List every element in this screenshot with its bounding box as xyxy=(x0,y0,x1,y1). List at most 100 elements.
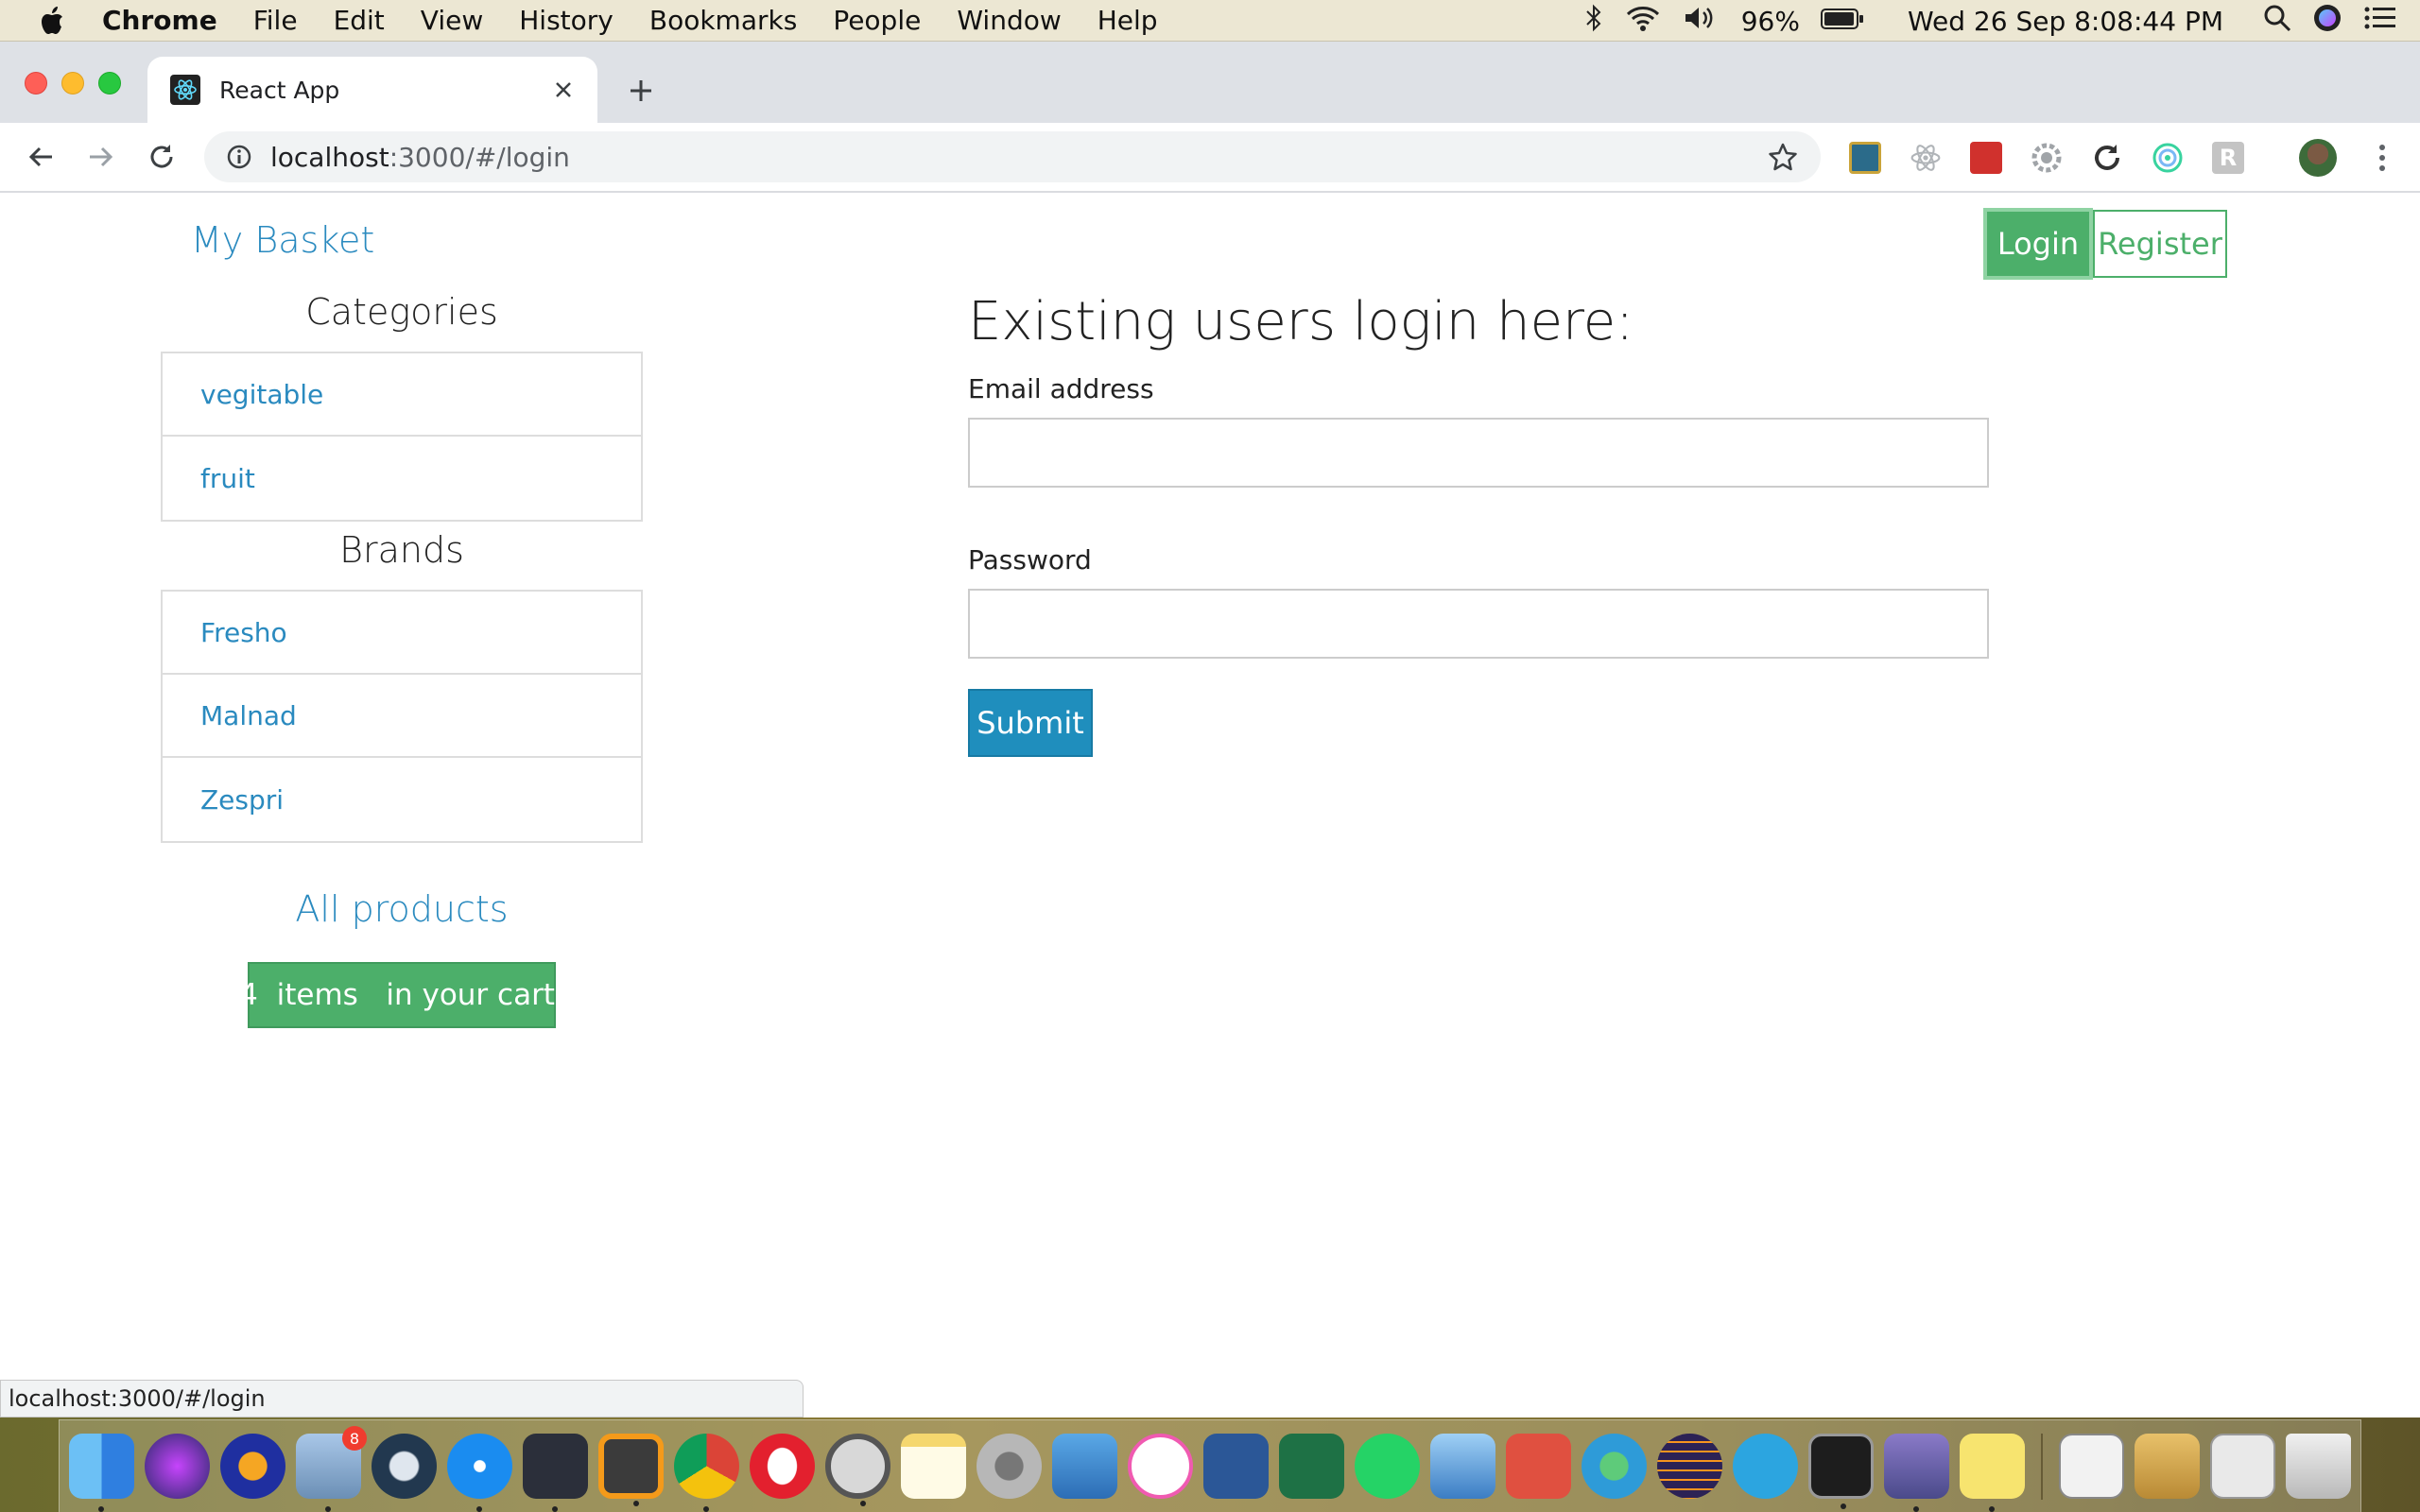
target-extension-icon[interactable] xyxy=(2152,142,2184,174)
window-maximize-button[interactable] xyxy=(98,72,121,94)
excel-icon[interactable] xyxy=(1279,1434,1344,1499)
image-extension-icon[interactable] xyxy=(1849,142,1881,174)
bookmark-star-icon[interactable] xyxy=(1764,138,1802,176)
settings-extension-icon[interactable] xyxy=(2031,142,2063,174)
password-field[interactable] xyxy=(968,589,1989,659)
notification-badge: 8 xyxy=(342,1426,367,1451)
address-bar[interactable]: localhost:3000/#/login xyxy=(204,131,1821,182)
register-button[interactable]: Register xyxy=(2093,210,2227,278)
notification-center-icon[interactable] xyxy=(2363,5,2397,38)
mail-bird-icon[interactable]: 8 xyxy=(296,1426,367,1512)
browser-toolbar: localhost:3000/#/login R xyxy=(0,123,2420,193)
brand-item-malnad[interactable]: Malnad xyxy=(163,675,641,758)
react-devtools-icon[interactable] xyxy=(1910,142,1942,174)
bluetooth-icon[interactable] xyxy=(1584,4,1603,39)
notes-icon[interactable] xyxy=(901,1434,966,1499)
forward-arrow-icon[interactable] xyxy=(79,135,123,179)
menu-app-name[interactable]: Chrome xyxy=(102,5,217,36)
link-status-bar: localhost:3000/#/login xyxy=(0,1380,804,1418)
url-host: localhost xyxy=(270,141,389,173)
menu-people[interactable]: People xyxy=(833,5,921,36)
brand-item-zespri[interactable]: Zespri xyxy=(163,758,641,841)
browser-menu-icon[interactable] xyxy=(2363,139,2401,177)
preview-icon[interactable] xyxy=(1884,1434,1949,1512)
sublime-text-icon[interactable] xyxy=(598,1434,664,1506)
menu-view[interactable]: View xyxy=(421,5,483,36)
redux-extension-icon[interactable] xyxy=(1970,142,2002,174)
sidebar: Categories vegitable fruit Brands Fresho… xyxy=(161,284,643,1028)
battery-icon[interactable] xyxy=(1820,6,1864,37)
keynote-icon[interactable] xyxy=(1052,1434,1117,1499)
command-file-icon[interactable] xyxy=(2059,1434,2124,1499)
r-extension-icon[interactable]: R xyxy=(2212,142,2244,174)
macos-dock: 8 xyxy=(59,1419,2361,1512)
clock[interactable]: Wed 26 Sep 8:08:44 PM xyxy=(1908,6,2223,37)
telegram-icon[interactable] xyxy=(1733,1434,1798,1499)
dock-separator xyxy=(2041,1433,2043,1500)
sync-extension-icon[interactable] xyxy=(2091,142,2123,174)
eclipse-icon[interactable] xyxy=(1657,1434,1722,1499)
stickies-icon[interactable] xyxy=(1960,1434,2025,1512)
safari-icon[interactable] xyxy=(447,1434,512,1512)
sourcetree-icon[interactable] xyxy=(1582,1434,1647,1499)
menu-history[interactable]: History xyxy=(519,5,614,36)
menu-edit[interactable]: Edit xyxy=(334,5,385,36)
back-arrow-icon[interactable] xyxy=(19,135,62,179)
site-info-icon[interactable] xyxy=(225,143,253,171)
brands-list: Fresho Malnad Zespri xyxy=(161,590,643,843)
email-field[interactable] xyxy=(968,418,1989,488)
spotlight-search-icon[interactable] xyxy=(2263,4,2291,39)
email-label: Email address xyxy=(968,373,1154,404)
remote-desktop-icon[interactable] xyxy=(1430,1434,1495,1499)
menu-help[interactable]: Help xyxy=(1098,5,1158,36)
finder-icon[interactable] xyxy=(69,1434,134,1512)
categories-heading: Categories xyxy=(305,291,498,333)
new-tab-plus-icon[interactable] xyxy=(620,70,662,112)
siri-icon[interactable] xyxy=(2312,3,2342,40)
cart-summary-badge[interactable]: 4 items in your cart. xyxy=(239,962,564,1028)
siri-dock-icon[interactable] xyxy=(145,1434,210,1499)
volume-icon[interactable] xyxy=(1683,4,1720,39)
system-preferences-icon[interactable] xyxy=(977,1434,1042,1499)
trash-icon[interactable] xyxy=(2286,1434,2351,1499)
browser-tab-active[interactable]: React App xyxy=(147,57,597,123)
brands-heading: Brands xyxy=(339,529,464,571)
terminal-icon[interactable] xyxy=(1808,1434,1874,1509)
menu-window[interactable]: Window xyxy=(957,5,1061,36)
brand-link[interactable]: My Basket xyxy=(191,219,374,261)
screen-sharing-icon[interactable] xyxy=(1506,1434,1571,1499)
chrome-icon[interactable] xyxy=(674,1434,739,1512)
window-minimize-button[interactable] xyxy=(61,72,84,94)
react-favicon-icon xyxy=(170,75,200,105)
apple-menu-icon[interactable] xyxy=(36,5,68,37)
auth-buttons: Login Register xyxy=(1983,208,2227,280)
audacity-icon[interactable] xyxy=(220,1434,285,1499)
tab-close-icon[interactable] xyxy=(544,71,582,109)
itunes-icon[interactable] xyxy=(1128,1434,1193,1499)
whatsapp-icon[interactable] xyxy=(1355,1434,1420,1499)
category-item-fruit[interactable]: fruit xyxy=(163,437,641,520)
category-item-vegitable[interactable]: vegitable xyxy=(163,353,641,437)
menu-bookmarks[interactable]: Bookmarks xyxy=(649,5,797,36)
tableplus-icon[interactable] xyxy=(825,1434,890,1506)
reload-icon[interactable] xyxy=(140,135,183,179)
vscode-icon[interactable] xyxy=(523,1434,588,1512)
quicktime-icon[interactable] xyxy=(372,1434,437,1499)
all-products-link[interactable]: All products xyxy=(161,888,643,930)
browser-tab-strip: React App xyxy=(0,42,2420,123)
url-path: :3000/#/login xyxy=(389,141,570,173)
profile-avatar[interactable] xyxy=(2299,139,2337,177)
mamp-window-icon[interactable] xyxy=(2210,1434,2275,1499)
window-close-button[interactable] xyxy=(25,72,47,94)
wifi-icon[interactable] xyxy=(1624,4,1662,39)
login-button[interactable]: Login xyxy=(1983,208,2093,280)
menu-file[interactable]: File xyxy=(253,5,298,36)
package-icon[interactable] xyxy=(2135,1434,2200,1499)
word-icon[interactable] xyxy=(1203,1434,1269,1499)
url-text[interactable]: localhost:3000/#/login xyxy=(270,142,1764,173)
opera-icon[interactable] xyxy=(750,1434,815,1499)
web-page: My Basket Login Register Categories vegi… xyxy=(0,193,2420,1418)
brand-item-fresho[interactable]: Fresho xyxy=(163,592,641,675)
tab-title: React App xyxy=(219,76,340,104)
submit-button[interactable]: Submit xyxy=(968,689,1093,757)
